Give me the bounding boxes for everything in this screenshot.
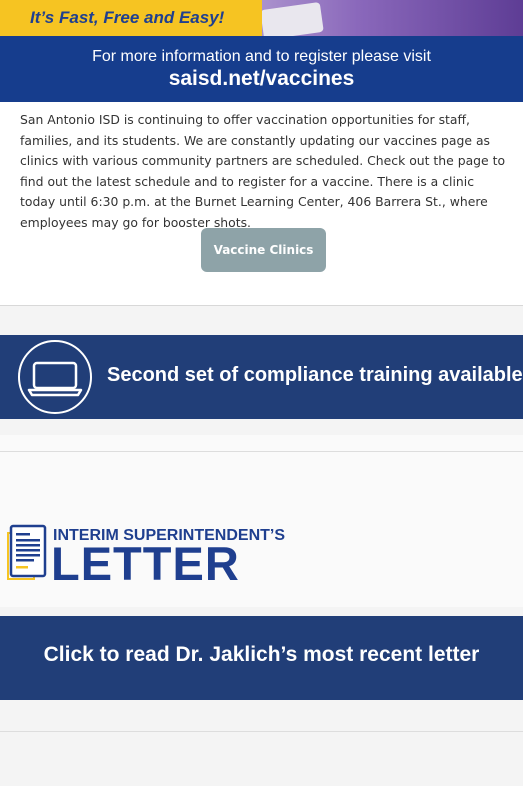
newsletter-page: It’s Fast, Free and Easy! For more infor…	[0, 0, 523, 786]
laptop-icon	[18, 340, 92, 414]
vaccine-clinics-button[interactable]: Vaccine Clinics	[201, 228, 326, 272]
tagline-banner: It’s Fast, Free and Easy!	[0, 0, 262, 36]
info-band[interactable]: For more information and to register ple…	[0, 36, 523, 102]
read-letter-link[interactable]: Click to read Dr. Jaklich’s most recent …	[0, 643, 523, 667]
tagline-text: It’s Fast, Free and Easy!	[30, 8, 225, 27]
divider	[0, 731, 523, 732]
compliance-title: Second set of compliance training availa…	[107, 364, 523, 386]
compliance-training-banner[interactable]: Second set of compliance training availa…	[0, 335, 523, 419]
letter-header-title: LETTER	[51, 537, 240, 590]
vaccine-article: San Antonio ISD is continuing to offer v…	[0, 102, 523, 305]
divider	[0, 305, 523, 306]
footer-spacer	[0, 700, 523, 786]
divider	[0, 451, 523, 452]
vaccine-hero-image: It’s Fast, Free and Easy!	[0, 0, 523, 36]
read-letter-banner[interactable]: Click to read Dr. Jaklich’s most recent …	[0, 616, 523, 700]
vaccines-url-link[interactable]: saisd.net/vaccines	[0, 67, 523, 91]
spacer	[0, 419, 523, 435]
article-body: San Antonio ISD is continuing to offer v…	[20, 112, 506, 230]
document-icon	[6, 523, 48, 581]
info-line: For more information and to register ple…	[92, 48, 431, 65]
